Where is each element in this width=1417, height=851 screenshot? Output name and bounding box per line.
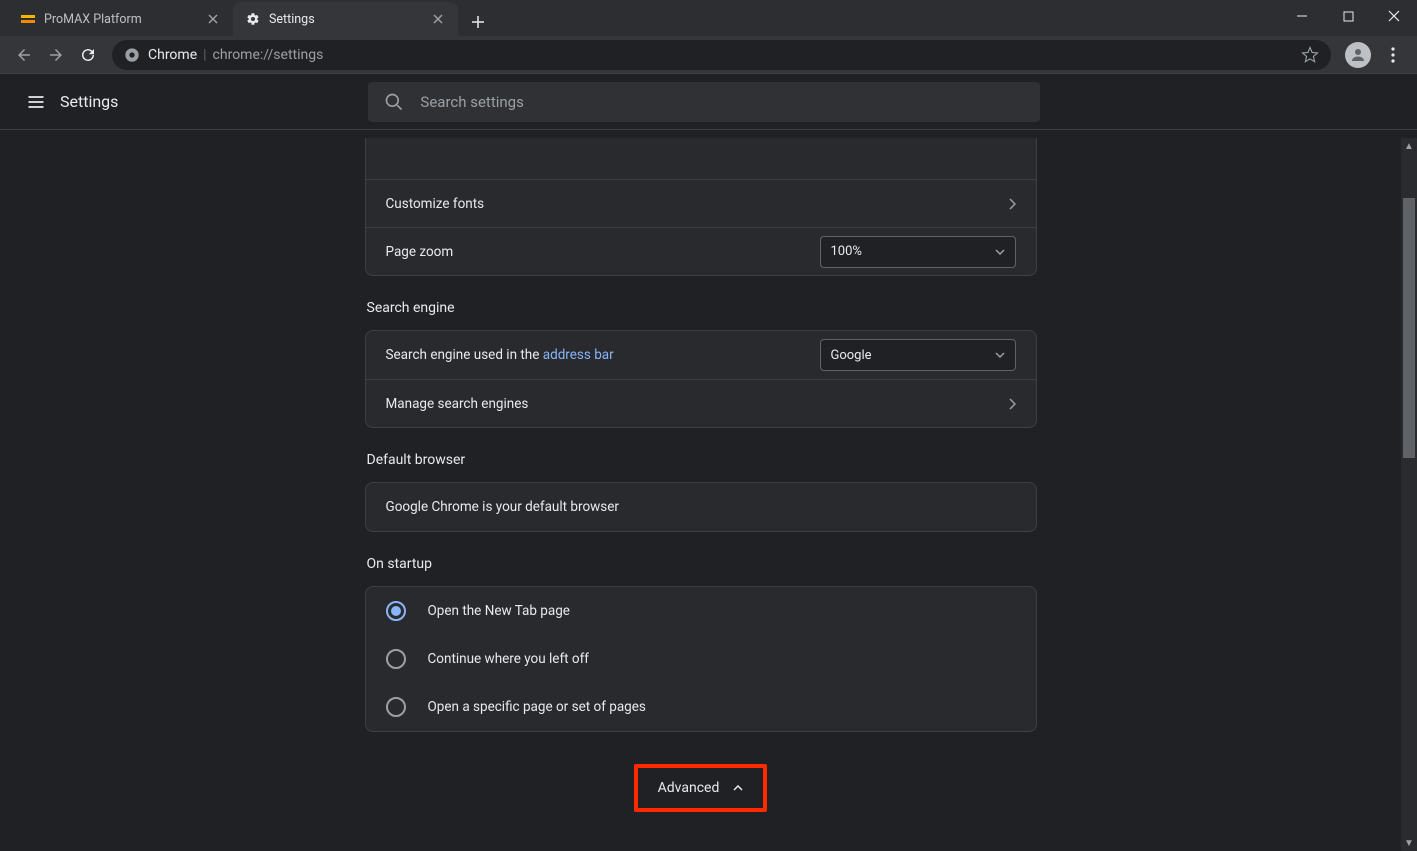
search-engine-section-title: Search engine	[367, 300, 1037, 316]
scroll-up-arrow[interactable]: ▲	[1401, 138, 1417, 154]
customize-fonts-row[interactable]: Customize fonts	[366, 179, 1036, 227]
startup-option-continue[interactable]: Continue where you left off	[366, 635, 1036, 683]
default-browser-status: Google Chrome is your default browser	[386, 499, 1016, 515]
search-engine-used-label: Search engine used in the address bar	[386, 347, 820, 363]
tab-settings[interactable]: Settings	[233, 2, 458, 36]
startup-option-specific-pages[interactable]: Open a specific page or set of pages	[366, 683, 1036, 731]
tab-strip: ProMAX Platform Settings	[0, 0, 1417, 36]
address-bar-link[interactable]: address bar	[543, 347, 614, 363]
settings-search[interactable]	[368, 82, 1040, 122]
customize-fonts-label: Customize fonts	[386, 196, 1008, 212]
window-controls	[1279, 0, 1417, 40]
address-bar[interactable]: Chrome | chrome://settings	[112, 40, 1331, 70]
forward-button[interactable]	[40, 39, 72, 71]
bookmark-star-icon[interactable]	[1301, 46, 1319, 64]
chevron-right-icon	[1008, 198, 1016, 210]
close-icon[interactable]	[430, 11, 446, 27]
highlight-annotation: Advanced	[634, 764, 768, 812]
default-browser-section-title: Default browser	[367, 452, 1037, 468]
tab-title: Settings	[269, 12, 315, 27]
settings-header: Settings	[0, 74, 1417, 130]
search-engine-prefix: Search engine used in the	[386, 347, 543, 363]
caret-up-icon	[733, 785, 743, 791]
promax-favicon	[20, 11, 36, 27]
startup-option-label: Open the New Tab page	[428, 603, 570, 619]
maximize-button[interactable]	[1325, 0, 1371, 32]
reload-button[interactable]	[72, 39, 104, 71]
omnibox-path: chrome://settings	[213, 47, 324, 63]
page-zoom-row: Page zoom 100%	[366, 227, 1036, 275]
browser-toolbar: Chrome | chrome://settings	[0, 36, 1417, 74]
tab-title: ProMAX Platform	[44, 12, 142, 27]
advanced-section: Advanced	[365, 764, 1037, 812]
omnibox-origin: Chrome	[148, 47, 197, 63]
gear-icon	[245, 11, 261, 27]
scroll-thumb[interactable]	[1403, 198, 1415, 458]
startup-option-label: Continue where you left off	[428, 651, 590, 667]
vertical-scrollbar[interactable]: ▲ ▼	[1401, 138, 1417, 851]
advanced-toggle-button[interactable]: Advanced	[640, 770, 762, 806]
manage-search-engines-label: Manage search engines	[386, 396, 1008, 412]
radio-icon	[386, 697, 406, 717]
chrome-page-icon	[124, 47, 140, 63]
page-title: Settings	[60, 92, 118, 111]
radio-icon	[386, 649, 406, 669]
chevron-right-icon	[1008, 398, 1016, 410]
search-engine-card: Search engine used in the address bar Go…	[365, 330, 1037, 428]
page-zoom-value: 100%	[831, 244, 862, 259]
search-engine-dropdown[interactable]: Google	[820, 339, 1016, 371]
hamburger-menu-button[interactable]	[16, 82, 56, 122]
browser-menu-button[interactable]	[1377, 39, 1409, 71]
settings-content: Customize fonts Page zoom 100% Search en…	[365, 138, 1037, 851]
scroll-down-arrow[interactable]: ▼	[1401, 835, 1417, 851]
tab-promax[interactable]: ProMAX Platform	[8, 2, 233, 36]
back-button[interactable]	[8, 39, 40, 71]
search-engine-value: Google	[831, 348, 872, 363]
manage-search-engines-row[interactable]: Manage search engines	[366, 379, 1036, 427]
default-browser-card: Google Chrome is your default browser	[365, 482, 1037, 532]
search-engine-used-row: Search engine used in the address bar Go…	[366, 331, 1036, 379]
font-size-row-partial	[366, 138, 1036, 179]
caret-down-icon	[995, 249, 1005, 255]
profile-avatar[interactable]	[1345, 42, 1371, 68]
new-tab-button[interactable]	[464, 8, 492, 36]
page-zoom-label: Page zoom	[386, 244, 820, 260]
caret-down-icon	[995, 352, 1005, 358]
on-startup-card: Open the New Tab page Continue where you…	[365, 586, 1037, 732]
page-zoom-dropdown[interactable]: 100%	[820, 236, 1016, 268]
close-icon[interactable]	[205, 11, 221, 27]
advanced-label: Advanced	[658, 780, 720, 796]
settings-search-input[interactable]	[420, 93, 1024, 111]
on-startup-section-title: On startup	[367, 556, 1037, 572]
minimize-button[interactable]	[1279, 0, 1325, 32]
radio-icon	[386, 601, 406, 621]
search-icon	[384, 92, 404, 112]
settings-scroll-viewport: Customize fonts Page zoom 100% Search en…	[0, 138, 1401, 851]
startup-option-label: Open a specific page or set of pages	[428, 699, 646, 715]
appearance-card: Customize fonts Page zoom 100%	[365, 138, 1037, 276]
omnibox-separator: |	[203, 47, 206, 63]
close-window-button[interactable]	[1371, 0, 1417, 32]
startup-option-new-tab[interactable]: Open the New Tab page	[366, 587, 1036, 635]
default-browser-status-row: Google Chrome is your default browser	[366, 483, 1036, 531]
